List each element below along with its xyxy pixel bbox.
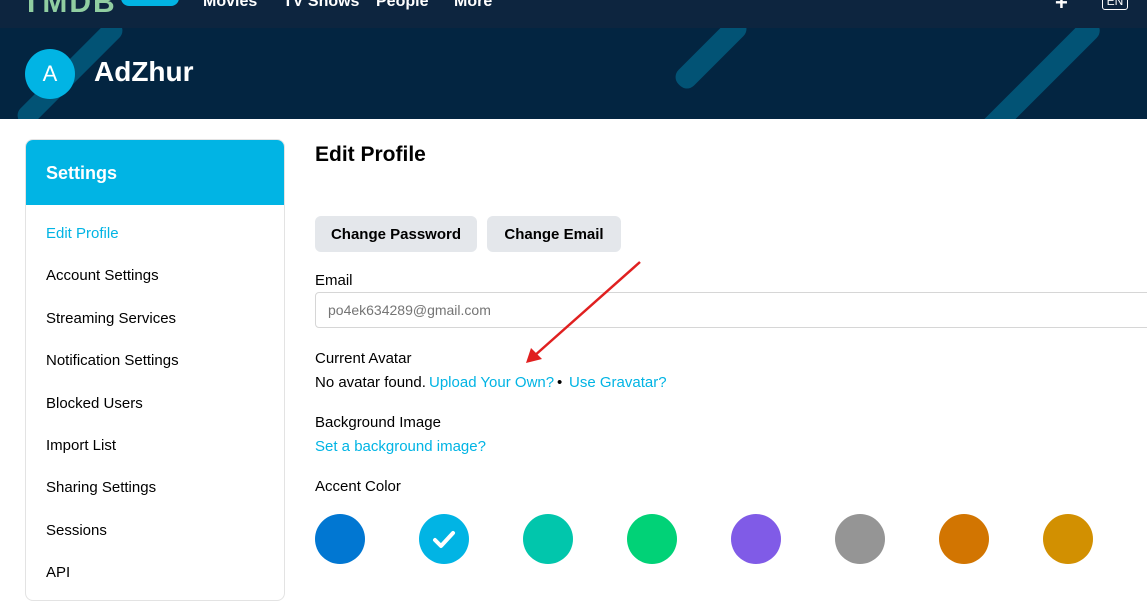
current-avatar-label: Current Avatar: [315, 350, 412, 367]
background-image-label: Background Image: [315, 414, 441, 431]
accent-color-swatch[interactable]: [731, 514, 781, 564]
sidebar-item-streaming-services[interactable]: Streaming Services: [46, 310, 176, 327]
sidebar-item-import-list[interactable]: Import List: [46, 437, 116, 454]
avatar-status-text: No avatar found.: [315, 374, 426, 391]
accent-color-swatch[interactable]: [1043, 514, 1093, 564]
change-password-button[interactable]: Change Password: [315, 216, 477, 252]
accent-color-swatch[interactable]: [315, 514, 365, 564]
accent-color-swatch[interactable]: [939, 514, 989, 564]
sidebar-item-edit-profile[interactable]: Edit Profile: [46, 225, 119, 242]
tmdb-logo[interactable]: TMDB: [22, 0, 117, 20]
avatar[interactable]: A: [25, 49, 75, 99]
sidebar-item-sessions[interactable]: Sessions: [46, 522, 107, 539]
accent-color-swatch[interactable]: [627, 514, 677, 564]
accent-color-swatch[interactable]: [419, 514, 469, 564]
nav-item-more[interactable]: More: [454, 0, 492, 11]
email-field[interactable]: [315, 292, 1147, 328]
sidebar-title: Settings: [26, 140, 284, 205]
change-email-button[interactable]: Change Email: [487, 216, 621, 252]
nav-item-movies[interactable]: Movies: [203, 0, 257, 11]
upload-avatar-link[interactable]: Upload Your Own?: [429, 374, 554, 391]
page-title: Edit Profile: [315, 143, 426, 166]
sidebar-item-blocked-users[interactable]: Blocked Users: [46, 395, 143, 412]
username[interactable]: AdZhur: [94, 56, 194, 88]
accent-color-swatch[interactable]: [523, 514, 573, 564]
set-background-link[interactable]: Set a background image?: [315, 438, 486, 455]
sidebar-item-api[interactable]: API: [46, 564, 70, 581]
use-gravatar-link[interactable]: Use Gravatar?: [569, 374, 667, 391]
language-button[interactable]: EN: [1102, 0, 1128, 10]
nav-item-tv-shows[interactable]: TV Shows: [283, 0, 359, 11]
sidebar-item-account-settings[interactable]: Account Settings: [46, 267, 159, 284]
decorative-stripe: [968, 28, 1104, 119]
top-navigation: TMDB Movies TV Shows People More + EN: [0, 0, 1147, 28]
link-separator: •: [557, 374, 563, 391]
accent-color-swatch[interactable]: [835, 514, 885, 564]
nav-item-people[interactable]: People: [376, 0, 428, 11]
profile-header: A AdZhur: [0, 28, 1147, 119]
decorative-stripe: [671, 28, 751, 93]
accent-color-label: Accent Color: [315, 478, 401, 495]
settings-sidebar: Settings Edit Profile Account Settings S…: [25, 139, 285, 601]
sidebar-item-notification-settings[interactable]: Notification Settings: [46, 352, 179, 369]
plus-icon[interactable]: +: [1055, 0, 1068, 16]
email-label: Email: [315, 272, 353, 289]
sidebar-item-sharing-settings[interactable]: Sharing Settings: [46, 479, 156, 496]
check-icon: [433, 531, 455, 548]
logo-pill-shape: [121, 0, 179, 6]
